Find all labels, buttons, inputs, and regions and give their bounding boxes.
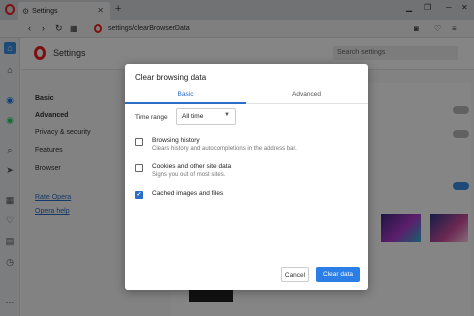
active-tab-indicator (125, 102, 246, 104)
dialog-title: Clear browsing data (135, 73, 207, 82)
option-title: Cookies and other site data (152, 163, 232, 170)
time-range-label: Time range (135, 114, 168, 121)
time-range-select[interactable]: All time ▼ (176, 108, 236, 125)
option-description: Signs you out of most sites. (152, 172, 226, 178)
option-description: Clears history and autocompletions in th… (152, 146, 297, 152)
cookies-checkbox[interactable] (135, 164, 143, 172)
chevron-down-icon: ▼ (224, 112, 230, 118)
tab-advanced[interactable]: Advanced (246, 91, 367, 98)
dialog-tabs: Basic Advanced (125, 88, 368, 104)
clear-browsing-data-dialog: Clear browsing data Basic Advanced Time … (125, 64, 368, 290)
time-range-value: All time (182, 113, 204, 120)
clear-data-button[interactable]: Clear data (316, 267, 360, 282)
option-title: Browsing history (152, 137, 200, 144)
tab-basic[interactable]: Basic (125, 91, 246, 98)
option-title: Cached images and files (152, 190, 224, 197)
browsing-history-checkbox[interactable] (135, 138, 143, 146)
cached-images-checkbox[interactable]: ✓ (135, 191, 143, 199)
cancel-button[interactable]: Cancel (281, 267, 309, 282)
